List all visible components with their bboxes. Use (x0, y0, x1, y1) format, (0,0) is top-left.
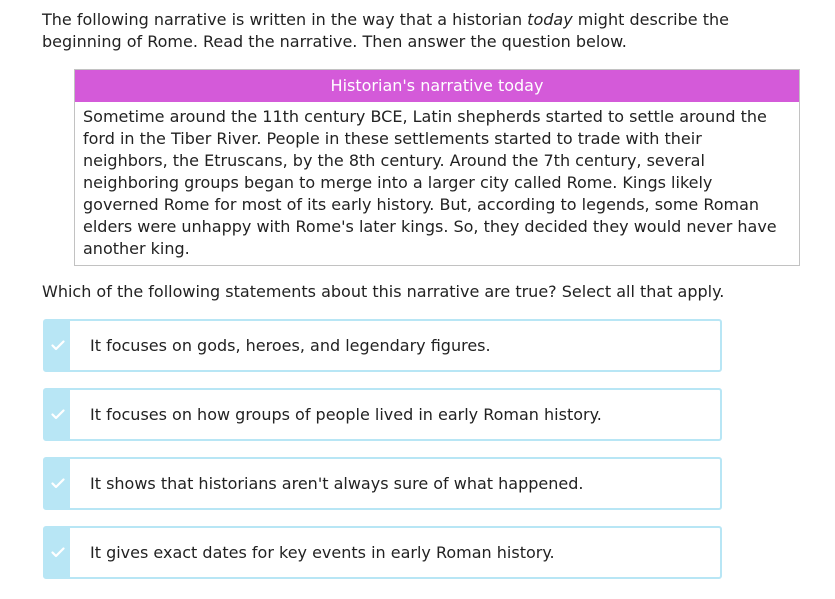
answer-option-label: It focuses on how groups of people lived… (90, 404, 602, 424)
narrative-header: Historian's narrative today (75, 70, 799, 102)
answer-option-label: It focuses on gods, heroes, and legendar… (90, 335, 491, 355)
checkmark-icon (45, 528, 70, 577)
answer-option-4[interactable]: It gives exact dates for key events in e… (43, 526, 722, 579)
answer-option-label: It gives exact dates for key events in e… (90, 542, 555, 562)
instructions-emphasis: today (527, 10, 573, 29)
answer-option-3[interactable]: It shows that historians aren't always s… (43, 457, 722, 510)
checkmark-icon (45, 321, 70, 370)
narrative-body: Sometime around the 11th century BCE, La… (83, 107, 777, 258)
answer-options: It focuses on gods, heroes, and legendar… (43, 319, 722, 595)
narrative-box: Historian's narrative today Sometime aro… (74, 69, 800, 266)
answer-option-1[interactable]: It focuses on gods, heroes, and legendar… (43, 319, 722, 372)
checkmark-icon (45, 390, 70, 439)
instructions-text-start: The following narrative is written in th… (42, 10, 528, 29)
checkmark-icon (45, 459, 70, 508)
answer-option-2[interactable]: It focuses on how groups of people lived… (43, 388, 722, 441)
question-prompt: Which of the following statements about … (42, 282, 725, 301)
instructions: The following narrative is written in th… (42, 9, 802, 53)
answer-option-label: It shows that historians aren't always s… (90, 473, 584, 493)
